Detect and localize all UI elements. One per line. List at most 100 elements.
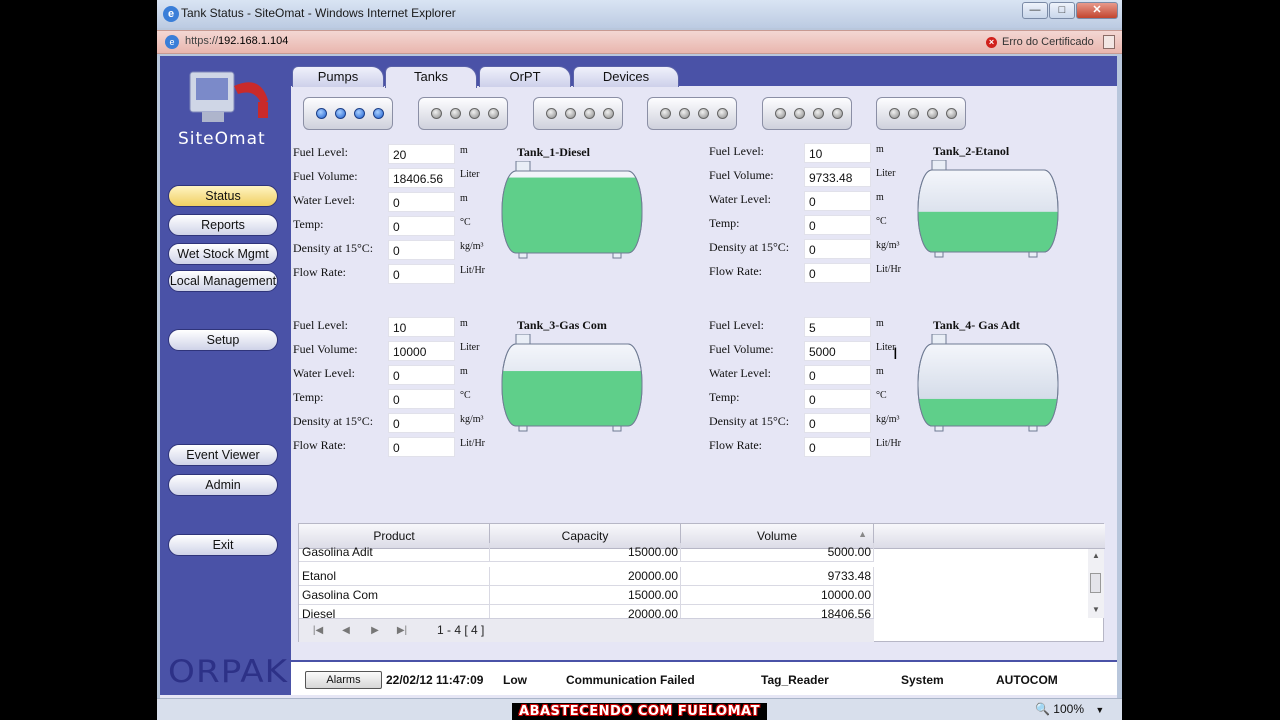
nav-status-button[interactable]: Status: [168, 185, 278, 207]
scroll-thumb[interactable]: [1090, 573, 1101, 593]
table-row[interactable]: Etanol 20000.00 9733.48: [299, 567, 874, 586]
unit-density: kg/m³: [876, 240, 900, 251]
cell-capacity: 15000.00: [490, 586, 681, 605]
tab-pumps[interactable]: Pumps: [292, 66, 384, 87]
pump-group-button[interactable]: [533, 97, 623, 130]
unit-density: kg/m³: [460, 414, 484, 425]
minimize-button[interactable]: —: [1022, 2, 1048, 19]
field-label-fuel-level: Fuel Level:: [709, 318, 764, 332]
tank-name: Tank_2-Etanol: [933, 144, 1010, 158]
nav-admin-button[interactable]: Admin: [168, 474, 278, 496]
tank-4-fuel-volume-field[interactable]: 5000: [804, 341, 871, 361]
close-window-button[interactable]: ✕: [1076, 2, 1118, 19]
table-row[interactable]: Gasolina Adit 15000.00 5000.00: [299, 543, 874, 562]
tank-4-fuel-level-field[interactable]: 5: [804, 317, 871, 337]
tank-4-flow-rate-field[interactable]: 0: [804, 437, 871, 457]
cell-volume: 5000.00: [681, 543, 874, 562]
unit-fuel-volume: Liter: [460, 342, 480, 353]
pump-group-button[interactable]: [762, 97, 852, 130]
nav-reports-button[interactable]: Reports: [168, 214, 278, 236]
field-label-fuel-volume: Fuel Volume:: [709, 168, 774, 182]
field-label-flow-rate: Flow Rate:: [293, 438, 346, 452]
siteomat-app: SiteOmat Status Reports Wet Stock Mgmt L…: [160, 56, 1117, 698]
unit-fuel-level: m: [460, 318, 468, 329]
cell-product: Gasolina Com: [299, 586, 490, 605]
tank-graphic: [917, 334, 1059, 432]
tank-fuel-fill: [502, 371, 642, 426]
tank-fuel-fill: [918, 398, 1058, 426]
nozzle-indicator-icon: [431, 108, 442, 119]
tank-1-density-field[interactable]: 0: [388, 240, 455, 260]
table-row[interactable]: Gasolina Com 15000.00 10000.00: [299, 586, 874, 605]
certificate-error-icon[interactable]: ×: [986, 37, 997, 48]
nozzle-indicator-icon: [316, 108, 327, 119]
orpak-logo: ORPAK: [168, 654, 289, 690]
tank-1-water-level-field[interactable]: 0: [388, 192, 455, 212]
scroll-up-icon[interactable]: ▲: [1092, 551, 1100, 560]
pump-group-button[interactable]: [303, 97, 393, 130]
nav-setup-button[interactable]: Setup: [168, 329, 278, 351]
video-caption: ABASTECENDO COM FUELOMAT: [512, 703, 767, 720]
tank-3-water-level-field[interactable]: 0: [388, 365, 455, 385]
address-bar[interactable]: e https://192.168.1.104 × Erro do Certif…: [157, 30, 1122, 54]
tank-1-fuel-volume-field[interactable]: 18406.56: [388, 168, 455, 188]
table-scrollbar[interactable]: ▲ ▼: [1088, 549, 1104, 618]
next-page-icon[interactable]: ▶: [366, 623, 384, 638]
pump-group-button[interactable]: [876, 97, 966, 130]
tank-2-flow-rate-field[interactable]: 0: [804, 263, 871, 283]
nav-exit-button[interactable]: Exit: [168, 534, 278, 556]
alarm-datetime: 22/02/12 11:47:09: [386, 673, 484, 687]
nozzle-indicator-icon: [813, 108, 824, 119]
tank-2-temp-field[interactable]: 0: [804, 215, 871, 235]
pump-group-button[interactable]: [647, 97, 737, 130]
tank-3-fuel-volume-field[interactable]: 10000: [388, 341, 455, 361]
field-label-fuel-level: Fuel Level:: [293, 145, 348, 159]
scroll-down-icon[interactable]: ▼: [1092, 605, 1100, 614]
nav-local-management-button[interactable]: Local Management: [168, 270, 278, 292]
ie-logo-icon: e: [163, 6, 179, 22]
nav-event-viewer-button[interactable]: Event Viewer: [168, 444, 278, 466]
tab-devices[interactable]: Devices: [573, 66, 679, 87]
tank-4-water-level-field[interactable]: 0: [804, 365, 871, 385]
alarms-button[interactable]: Alarms: [305, 671, 382, 689]
nozzle-indicator-icon: [794, 108, 805, 119]
prev-page-icon[interactable]: ◀: [337, 623, 355, 638]
field-label-water-level: Water Level:: [293, 193, 355, 207]
tank-4-temp-field[interactable]: 0: [804, 389, 871, 409]
tab-tanks[interactable]: Tanks: [385, 66, 477, 88]
tank-3-temp-field[interactable]: 0: [388, 389, 455, 409]
tank-2-density-field[interactable]: 0: [804, 239, 871, 259]
field-label-water-level: Water Level:: [293, 366, 355, 380]
tank-2-water-level-field[interactable]: 0: [804, 191, 871, 211]
tank-2-fuel-volume-field[interactable]: 9733.48: [804, 167, 871, 187]
nav-wet-stock-button[interactable]: Wet Stock Mgmt: [168, 243, 278, 265]
nozzle-indicator-icon: [946, 108, 957, 119]
maximize-button[interactable]: □: [1049, 2, 1075, 19]
alarm-message: Communication Failed: [566, 673, 695, 687]
cell-product: Gasolina Adit: [299, 543, 490, 562]
zoom-control[interactable]: 🔍 100% ▼: [1035, 702, 1104, 716]
unit-fuel-level: m: [876, 318, 884, 329]
unit-fuel-volume: Liter: [876, 168, 896, 179]
tank-3-flow-rate-field[interactable]: 0: [388, 437, 455, 457]
address-url[interactable]: https://192.168.1.104: [185, 35, 288, 47]
tab-orpt[interactable]: OrPT: [479, 66, 571, 87]
address-bar-end-button[interactable]: [1103, 35, 1115, 49]
tank-1-flow-rate-field[interactable]: 0: [388, 264, 455, 284]
last-page-icon[interactable]: ▶|: [393, 623, 411, 638]
first-page-icon[interactable]: |◀: [309, 623, 327, 638]
tank-4-density-field[interactable]: 0: [804, 413, 871, 433]
tank-2-fuel-level-field[interactable]: 10: [804, 143, 871, 163]
tank-3-fuel-level-field[interactable]: 10: [388, 317, 455, 337]
certificate-error-label[interactable]: Erro do Certificado: [1002, 36, 1094, 48]
nozzle-indicator-icon: [908, 108, 919, 119]
tank-3-density-field[interactable]: 0: [388, 413, 455, 433]
nozzle-indicator-icon: [354, 108, 365, 119]
pager: |◀ ◀ ▶ ▶| 1 - 4 [ 4 ]: [299, 618, 874, 642]
field-label-temp: Temp:: [293, 217, 324, 231]
tank-1-temp-field[interactable]: 0: [388, 216, 455, 236]
pump-group-button[interactable]: [418, 97, 508, 130]
ie-page-icon: e: [165, 35, 179, 49]
tank-1-fuel-level-field[interactable]: 20: [388, 144, 455, 164]
nozzle-indicator-icon: [832, 108, 843, 119]
